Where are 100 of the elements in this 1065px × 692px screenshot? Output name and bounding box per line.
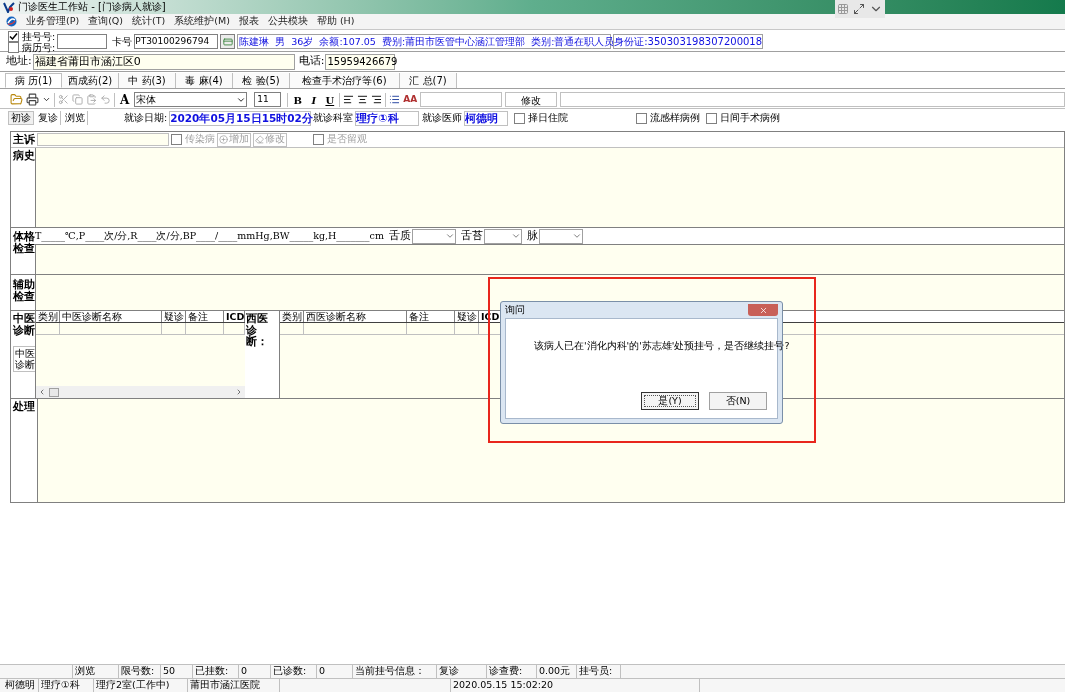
caret-icon[interactable]	[42, 95, 51, 104]
tab[interactable]: 检查手术治疗等(6)	[290, 73, 400, 88]
field-label: 就诊科室	[313, 110, 354, 123]
menu-item[interactable]: 业务管理(P)	[26, 14, 80, 29]
text-style-button[interactable]: I	[307, 92, 321, 107]
menu-item[interactable]: 公共模块	[267, 14, 308, 29]
checkbox-label: 挂号号:	[22, 31, 56, 41]
column-header: 备注	[186, 311, 225, 322]
font-size-field[interactable]: 11	[254, 92, 282, 107]
field-label: 电话:	[298, 53, 325, 70]
font-button[interactable]: A	[118, 90, 132, 109]
field-label: 舌苔	[460, 227, 483, 244]
dropdown-field[interactable]	[538, 228, 583, 244]
section-label: 病史	[12, 148, 35, 164]
column-header: 疑诊	[455, 311, 479, 322]
status-cell: 柯德明	[3, 679, 39, 692]
column-header: 疑诊	[162, 311, 187, 322]
edit-button[interactable]: 修改	[505, 92, 558, 107]
visit-date-field[interactable]: 2020年05月15日15时02分	[169, 110, 312, 126]
printer-icon[interactable]	[26, 93, 39, 106]
checkbox[interactable]	[171, 134, 182, 145]
section-label: 主诉	[13, 133, 35, 146]
card-number-field[interactable]: PT30100296794	[134, 34, 219, 49]
scroll-left-icon[interactable]	[38, 388, 46, 396]
address-field[interactable]: 福建省莆田市涵江区0	[32, 53, 295, 70]
tab[interactable]: 中 药(3)	[119, 73, 176, 88]
menu-item[interactable]: 系统维护(M)	[174, 14, 230, 29]
align-right-icon[interactable]	[371, 94, 383, 105]
dialog-message: 该病人已在'消化内科'的'苏志雄'处预挂号，是否继续挂号?	[534, 338, 790, 353]
checkbox-label: 是否留观	[327, 132, 367, 147]
complaint-field[interactable]	[37, 133, 169, 146]
menu-item[interactable]: 帮助 (H)	[316, 14, 355, 29]
expand-icon[interactable]	[853, 3, 865, 15]
tab[interactable]: 检 验(5)	[233, 73, 290, 88]
close-button[interactable]	[748, 304, 778, 316]
vitals-template: T_____℃,P____次/分,R____次/分,BP____/____mmHg,BW_____kg,H_______cm	[35, 228, 384, 242]
checkbox-label: 择日住院	[528, 110, 569, 125]
checkbox-label: 传染病	[185, 132, 215, 147]
section-label: 辅助检查	[12, 277, 35, 305]
card-icon	[222, 36, 233, 47]
id-card-number: 身份证:350303198307200018	[613, 34, 764, 49]
number-field[interactable]	[57, 34, 108, 49]
scroll-right-icon[interactable]	[235, 388, 243, 396]
font-dropdown[interactable]: 宋体	[134, 92, 248, 107]
text-style-button[interactable]: U	[323, 92, 337, 107]
text-field[interactable]	[560, 92, 1065, 107]
menu-item[interactable]: 统计(T)	[132, 14, 166, 29]
text-color-button[interactable]: AA	[403, 92, 418, 107]
checkbox[interactable]	[8, 41, 19, 53]
mode-button[interactable]: 初诊	[8, 111, 34, 125]
department-field[interactable]: 理疗①科	[355, 110, 420, 126]
caret-icon	[444, 231, 455, 241]
checkbox[interactable]	[514, 112, 526, 124]
list-icon[interactable]	[389, 94, 401, 105]
section-label: 中医诊断	[13, 313, 36, 337]
dropdown-field[interactable]	[411, 228, 456, 244]
column-header: ICD	[224, 311, 245, 322]
cut-icon[interactable]	[58, 94, 69, 105]
tab[interactable]: 病 历(1)	[5, 73, 62, 88]
tab[interactable]: 西成药(2)	[62, 73, 119, 88]
eraser-icon	[255, 135, 264, 144]
checkbox[interactable]	[636, 112, 648, 124]
mode-button[interactable]: 复诊	[36, 111, 61, 125]
column-header: 类别	[36, 311, 60, 322]
status-cell: 理疗2室(工作中)	[94, 679, 188, 692]
scrollbar-thumb[interactable]	[49, 387, 59, 397]
checkbox-label: 日间手术病例	[720, 110, 781, 125]
dropdown-field[interactable]	[483, 228, 522, 244]
align-left-icon[interactable]	[343, 94, 355, 105]
section-label: 体格检查	[12, 229, 35, 257]
field-label: 卡号	[112, 35, 133, 49]
dialog-button[interactable]: 否(N)	[709, 392, 767, 410]
tab[interactable]: 毒 麻(4)	[176, 73, 233, 88]
column-header: 西医诊断名称	[304, 311, 407, 322]
align-center-icon[interactable]	[357, 94, 369, 105]
doctor-field[interactable]: 柯德明	[464, 110, 509, 126]
status-cell: 莆田市涵江医院	[188, 679, 280, 692]
tcm-diagnosis-tab[interactable]: 中医诊断	[13, 346, 37, 373]
mode-button[interactable]: 浏览	[63, 111, 88, 125]
checkbox[interactable]	[706, 112, 718, 124]
app-logo-icon	[3, 1, 15, 13]
dialog-button[interactable]: 是(Y)	[641, 392, 699, 410]
text-style-button[interactable]: B	[291, 92, 305, 107]
paste-icon[interactable]	[86, 94, 97, 105]
column-header: 中医诊断名称	[59, 311, 163, 322]
text-field[interactable]	[420, 92, 503, 107]
column-header: 备注	[407, 311, 455, 322]
history-field[interactable]	[35, 148, 1064, 227]
phone-field[interactable]: 15959426679	[325, 53, 396, 70]
menu-item[interactable]: 报表	[238, 14, 259, 29]
card-reader-button[interactable]	[220, 34, 236, 49]
plus-icon	[219, 135, 228, 144]
tab[interactable]: 汇 总(7)	[400, 73, 457, 88]
menu-item[interactable]: 查询(Q)	[88, 14, 124, 29]
checkbox[interactable]	[8, 30, 19, 42]
grid-icon[interactable]	[837, 3, 849, 15]
checkbox[interactable]	[313, 134, 324, 145]
section-label: 西医诊断：	[246, 313, 269, 348]
exam-field[interactable]	[35, 244, 1064, 274]
checkbox-label: 流感样病例	[650, 110, 701, 125]
